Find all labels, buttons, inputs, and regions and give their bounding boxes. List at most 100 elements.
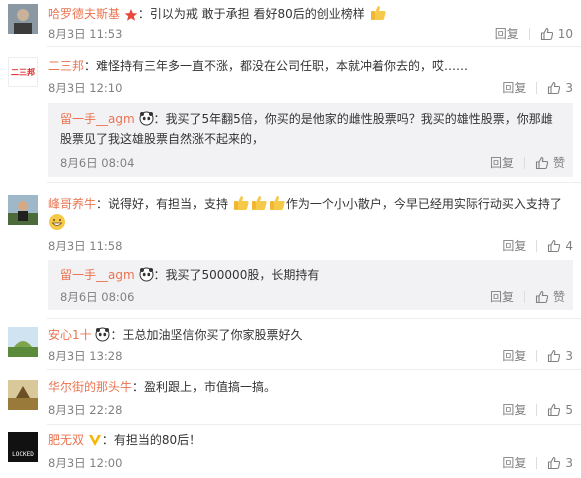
thumbs-up-emoji-icon — [370, 6, 386, 20]
divider — [523, 156, 525, 169]
comment-text: 引以为戒 敢于承担 看好80后的创业榜样 — [149, 7, 365, 21]
reply-content: 留一手__agm ：我买了5年翻5倍，你买的是他家的雌性股票吗？我买的雄性股票，… — [60, 110, 553, 128]
separator: ： — [153, 268, 166, 282]
like-button[interactable]: 3 — [547, 456, 573, 470]
like-label: 赞 — [552, 156, 565, 170]
divider — [536, 239, 538, 252]
username-link[interactable]: 峰哥养牛 — [48, 197, 96, 211]
like-label: 赞 — [552, 290, 565, 304]
like-button[interactable]: 赞 — [535, 288, 565, 305]
reply-box: 留一手__agm ：我买了500000股，长期持有 8月6日 08:06 回复 … — [48, 260, 573, 310]
panda-badge-icon — [139, 267, 153, 282]
reply-content: 留一手__agm ：我买了500000股，长期持有 — [60, 266, 319, 284]
comment-item: 二三邦 二三邦：难怪持有三年多一直不涨，都没在公司任职，本就冲着你去的，哎…… … — [0, 47, 581, 177]
comment-content: 二三邦：难怪持有三年多一直不涨，都没在公司任职，本就冲着你去的，哎…… — [48, 57, 468, 75]
avatar[interactable]: LOCKED — [8, 432, 38, 462]
like-button[interactable]: 4 — [547, 239, 573, 253]
thumbs-up-icon — [540, 27, 553, 40]
comment-date: 8月3日 13:28 — [48, 349, 123, 363]
username-link[interactable]: 留一手__agm — [60, 112, 135, 126]
thumbs-up-emoji-icon — [269, 196, 285, 210]
comment-content: 哈罗德夫斯基 ：引以为戒 敢于承担 看好80后的创业榜样 — [48, 4, 387, 23]
reply-button[interactable]: 回复 — [502, 401, 526, 418]
comment-item: 哈罗德夫斯基 ：引以为戒 敢于承担 看好80后的创业榜样 8月3日 11:53 … — [0, 0, 581, 44]
avatar-text: 二三邦 — [11, 67, 35, 77]
like-button[interactable]: 5 — [547, 403, 573, 417]
avatar[interactable] — [8, 327, 38, 357]
comment-text: 难怪持有三年多一直不涨，都没在公司任职，本就冲着你去的，哎…… — [96, 59, 469, 73]
reply-button[interactable]: 回复 — [502, 347, 526, 364]
avatar-text: LOCKED — [12, 451, 34, 458]
verified-v-icon — [88, 435, 101, 446]
comment-text: 王总加油坚信你买了你家股票好久 — [122, 328, 303, 342]
separator: ： — [84, 59, 97, 73]
like-count: 5 — [565, 402, 573, 417]
comment-date: 8月3日 11:58 — [48, 239, 123, 253]
divider — [523, 290, 525, 303]
reply-actions: 回复 赞 — [490, 288, 565, 305]
thumbs-up-icon — [548, 403, 561, 416]
like-button[interactable]: 3 — [547, 81, 573, 95]
reply-button[interactable]: 回复 — [502, 454, 526, 471]
separator: ： — [137, 7, 150, 21]
thumbs-up-emoji-icon — [233, 196, 249, 210]
separator: ： — [101, 433, 114, 447]
thumbs-up-icon — [535, 156, 549, 169]
username-link[interactable]: 华尔街的那头牛 — [48, 380, 132, 394]
comment-item: LOCKED 肥无双 ：有担当的80后！ 8月3日 12:00 回复 3 — [0, 425, 581, 478]
like-button[interactable]: 10 — [540, 27, 573, 41]
comment-date: 8月3日 22:28 — [48, 403, 123, 417]
comment-date: 8月3日 12:10 — [48, 81, 123, 95]
comment-content: 华尔街的那头牛：盈利跟上，市值搞一搞。 — [48, 378, 276, 396]
avatar[interactable] — [8, 4, 38, 34]
thumbs-up-icon — [548, 349, 561, 362]
comment-content: 肥无双 ：有担当的80后！ — [48, 431, 201, 449]
reply-text: 我买了5年翻5倍，你买的是他家的雌性股票吗？我买的雄性股票，你那雌 — [165, 112, 553, 126]
reply-button[interactable]: 回复 — [495, 25, 519, 42]
username-link[interactable]: 安心1十 — [48, 328, 92, 342]
thumbs-up-icon — [535, 290, 549, 303]
comment-content: 安心1十 ：王总加油坚信你买了你家股票好久 — [48, 326, 303, 344]
reply-date: 8月6日 08:06 — [60, 290, 135, 304]
like-button[interactable]: 3 — [547, 349, 573, 363]
comment-item: 峰哥养牛：说得好，有担当，支持 作为一个小小散户，今早已经用实际行动买入支持了 … — [0, 183, 581, 313]
like-count: 3 — [565, 455, 573, 470]
comment-actions: 回复 5 — [502, 401, 573, 418]
username-link[interactable]: 留一手__agm — [60, 268, 135, 282]
thumbs-up-icon — [548, 239, 561, 252]
panda-badge-icon — [139, 111, 153, 126]
divider — [536, 349, 538, 362]
thumbs-up-emoji-icon — [251, 196, 267, 210]
avatar[interactable]: 二三邦 — [8, 57, 38, 87]
comment-text: 有担当的80后！ — [113, 433, 202, 447]
reply-button[interactable]: 回复 — [490, 288, 514, 305]
divider — [536, 81, 538, 94]
reply-button[interactable]: 回复 — [502, 237, 526, 254]
username-link[interactable]: 肥无双 — [48, 433, 84, 447]
thumbs-up-icon — [548, 456, 561, 469]
username-link[interactable]: 二三邦 — [48, 59, 84, 73]
panda-badge-icon — [95, 327, 110, 342]
comment-actions: 回复 3 — [502, 454, 573, 471]
avatar[interactable] — [8, 380, 38, 410]
like-count: 3 — [565, 80, 573, 95]
separator: ： — [110, 328, 123, 342]
divider — [536, 456, 538, 469]
like-count: 3 — [565, 348, 573, 363]
comment-actions: 回复 4 — [502, 237, 573, 254]
divider — [536, 403, 538, 416]
comment-actions: 回复 10 — [495, 25, 573, 42]
reply-text-continued: 股票见了我这雄股票自然涨不起来的， — [60, 132, 265, 146]
comment-text-continued: 作为一个小小散户，今早已经用实际行动买入支持了 — [285, 197, 562, 211]
username-link[interactable]: 哈罗德夫斯基 — [48, 7, 120, 21]
reply-box: 留一手__agm ：我买了5年翻5倍，你买的是他家的雌性股票吗？我买的雄性股票，… — [48, 103, 573, 177]
comment-item: 华尔街的那头牛：盈利跟上，市值搞一搞。 8月3日 22:28 回复 5 — [0, 370, 581, 422]
reply-date: 8月6日 08:04 — [60, 156, 135, 170]
like-button[interactable]: 赞 — [535, 154, 565, 171]
thumbs-up-icon — [548, 81, 561, 94]
reply-button[interactable]: 回复 — [490, 154, 514, 171]
avatar[interactable] — [8, 195, 38, 225]
reply-button[interactable]: 回复 — [502, 79, 526, 96]
like-count: 10 — [557, 26, 573, 41]
separator: ： — [153, 112, 166, 126]
